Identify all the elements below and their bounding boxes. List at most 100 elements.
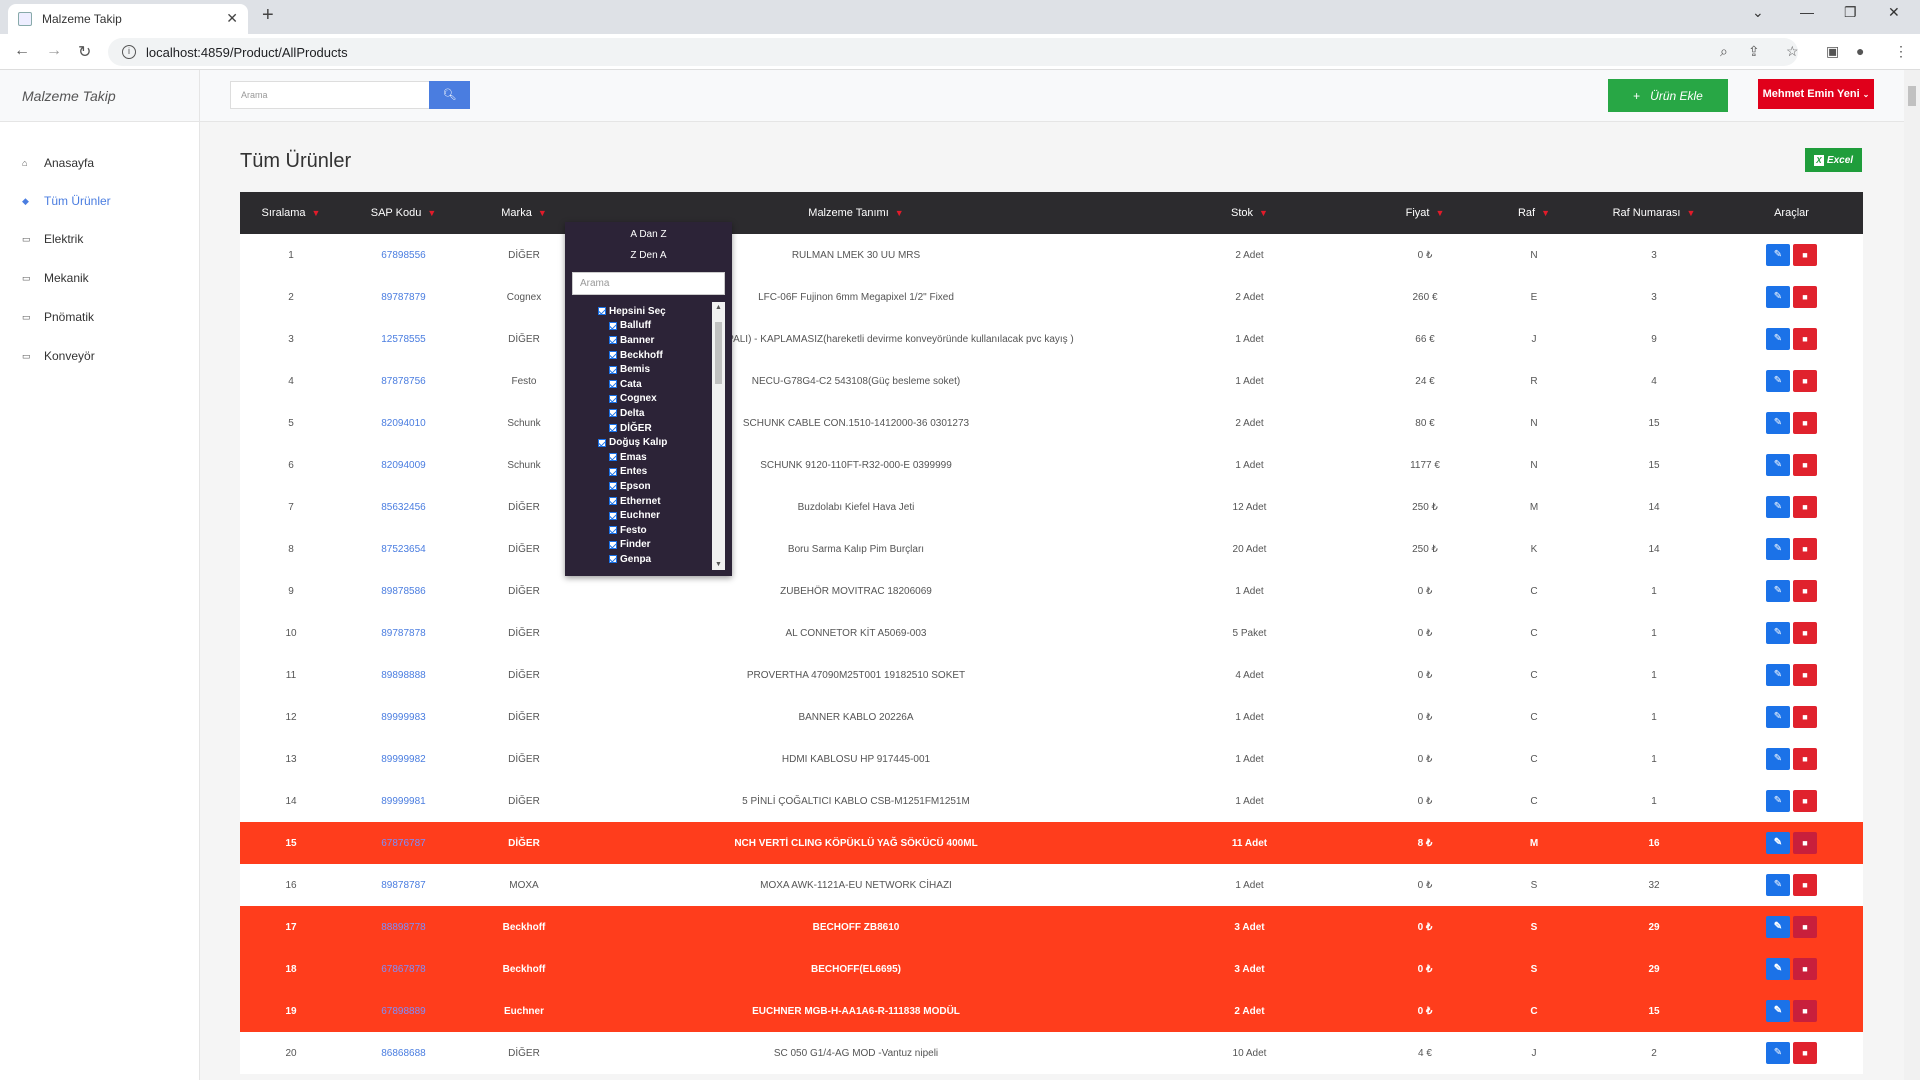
delete-button[interactable]: ■	[1793, 916, 1817, 938]
edit-button[interactable]: ✎	[1766, 496, 1790, 518]
edit-button[interactable]: ✎	[1766, 664, 1790, 686]
checkbox-checked-icon[interactable]	[609, 511, 617, 520]
sidebar-item-pnomatik[interactable]: ▭ Pnömatik	[22, 310, 94, 324]
checkbox-checked-icon[interactable]	[609, 540, 617, 549]
cell-sap[interactable]: 89878586	[342, 570, 465, 612]
excel-export-button[interactable]: X Excel	[1805, 148, 1862, 172]
browser-tab[interactable]: Malzeme Takip ✕	[8, 4, 248, 34]
column-header[interactable]: Raf Numarası ▼	[1588, 192, 1720, 234]
edit-button[interactable]: ✎	[1766, 286, 1790, 308]
sort-caret-icon[interactable]: ▼	[1686, 208, 1695, 218]
sort-caret-icon[interactable]: ▼	[312, 208, 321, 218]
column-header[interactable]: Raf ▼	[1480, 192, 1588, 234]
delete-button[interactable]: ■	[1793, 370, 1817, 392]
delete-button[interactable]: ■	[1793, 244, 1817, 266]
profile-icon[interactable]: ●	[1856, 43, 1864, 59]
share-icon[interactable]: ⇪	[1748, 43, 1760, 60]
edit-button[interactable]: ✎	[1766, 958, 1790, 980]
sort-z-a-option[interactable]: Z Den A	[565, 245, 732, 266]
filter-option[interactable]: Beckhoff	[572, 348, 712, 363]
checkbox-checked-icon[interactable]	[609, 351, 617, 360]
edit-button[interactable]: ✎	[1766, 244, 1790, 266]
delete-button[interactable]: ■	[1793, 874, 1817, 896]
checkbox-checked-icon[interactable]	[609, 555, 617, 564]
delete-button[interactable]: ■	[1793, 664, 1817, 686]
restore-icon[interactable]: ❐	[1844, 4, 1857, 21]
new-tab-icon[interactable]: +	[262, 4, 274, 27]
bookmark-star-icon[interactable]: ☆	[1786, 43, 1799, 60]
cell-sap[interactable]: 89787878	[342, 612, 465, 654]
checkbox-checked-icon[interactable]	[609, 336, 617, 345]
filter-option[interactable]: Genpa	[572, 552, 712, 567]
filter-option[interactable]: Hepsini Seç	[572, 304, 712, 319]
cell-sap[interactable]: 82094010	[342, 402, 465, 444]
edit-button[interactable]: ✎	[1766, 412, 1790, 434]
side-panel-icon[interactable]: ▣	[1826, 43, 1839, 60]
close-tab-icon[interactable]: ✕	[226, 10, 238, 27]
delete-button[interactable]: ■	[1793, 958, 1817, 980]
sort-caret-icon[interactable]: ▼	[1259, 208, 1268, 218]
checkbox-checked-icon[interactable]	[609, 424, 617, 433]
edit-button[interactable]: ✎	[1766, 832, 1790, 854]
cell-sap[interactable]: 89999983	[342, 696, 465, 738]
browser-menu-icon[interactable]: ⋮	[1894, 43, 1908, 60]
delete-button[interactable]: ■	[1793, 538, 1817, 560]
edit-button[interactable]: ✎	[1766, 748, 1790, 770]
delete-button[interactable]: ■	[1793, 496, 1817, 518]
filter-option[interactable]: Balluff	[572, 319, 712, 334]
filter-option[interactable]: Cata	[572, 377, 712, 392]
close-window-icon[interactable]: ✕	[1888, 4, 1900, 21]
delete-button[interactable]: ■	[1793, 832, 1817, 854]
reload-icon[interactable]: ↻	[78, 42, 91, 62]
checkbox-checked-icon[interactable]	[598, 438, 606, 447]
filter-option[interactable]: Emas	[572, 450, 712, 465]
sort-caret-icon[interactable]: ▼	[1541, 208, 1550, 218]
cell-sap[interactable]: 89999982	[342, 738, 465, 780]
filter-options-list[interactable]: Hepsini Seç Balluff Banner Beckhoff Bemis Cat…	[572, 302, 725, 570]
sidebar-item-mekanik[interactable]: ▭ Mekanik	[22, 271, 89, 285]
cell-sap[interactable]: 67867878	[342, 948, 465, 990]
filter-option[interactable]: Delta	[572, 406, 712, 421]
cell-sap[interactable]: 12578555	[342, 318, 465, 360]
delete-button[interactable]: ■	[1793, 580, 1817, 602]
checkbox-checked-icon[interactable]	[609, 453, 617, 462]
filter-option[interactable]: Euchner	[572, 508, 712, 523]
filter-option[interactable]: Cognex	[572, 392, 712, 407]
checkbox-checked-icon[interactable]	[609, 467, 617, 476]
delete-button[interactable]: ■	[1793, 286, 1817, 308]
cell-sap[interactable]: 89999981	[342, 780, 465, 822]
sort-a-z-option[interactable]: A Dan Z	[565, 224, 732, 245]
scroll-down-icon[interactable]: ▼	[715, 561, 722, 568]
back-icon[interactable]: ←	[14, 42, 30, 60]
delete-button[interactable]: ■	[1793, 706, 1817, 728]
zoom-icon[interactable]: ⌕	[1720, 43, 1728, 60]
filter-option[interactable]: Ethernet	[572, 494, 712, 509]
sort-caret-icon[interactable]: ▼	[538, 208, 547, 218]
delete-button[interactable]: ■	[1793, 454, 1817, 476]
minimize-icon[interactable]: —	[1800, 4, 1814, 20]
column-header[interactable]: Fiyat ▼	[1370, 192, 1480, 234]
delete-button[interactable]: ■	[1793, 412, 1817, 434]
filter-option[interactable]: Banner	[572, 333, 712, 348]
search-button[interactable]: 🔍︎	[429, 81, 470, 109]
user-menu-button[interactable]: Mehmet Emin Yeni ⌄	[1758, 79, 1874, 109]
cell-sap[interactable]: 67898556	[342, 234, 465, 276]
checkbox-checked-icon[interactable]	[609, 321, 617, 330]
column-header[interactable]: Sıralama ▼	[240, 192, 342, 234]
add-product-button[interactable]: + Ürün Ekle	[1608, 79, 1728, 112]
checkbox-checked-icon[interactable]	[609, 497, 617, 506]
checkbox-checked-icon[interactable]	[609, 482, 617, 491]
cell-sap[interactable]: 67876787	[342, 822, 465, 864]
column-header[interactable]: SAP Kodu ▼	[342, 192, 465, 234]
filter-scrollbar[interactable]: ▲ ▼	[712, 302, 725, 570]
brand-logo[interactable]: Malzeme Takip	[0, 70, 200, 122]
sidebar-item-tum-urunler[interactable]: ◆ Tüm Ürünler	[22, 194, 111, 208]
edit-button[interactable]: ✎	[1766, 538, 1790, 560]
cell-sap[interactable]: 67898889	[342, 990, 465, 1032]
page-scroll-thumb[interactable]	[1908, 86, 1916, 106]
edit-button[interactable]: ✎	[1766, 580, 1790, 602]
checkbox-checked-icon[interactable]	[609, 526, 617, 535]
checkbox-checked-icon[interactable]	[609, 380, 617, 389]
edit-button[interactable]: ✎	[1766, 1042, 1790, 1064]
filter-option[interactable]: Entes	[572, 465, 712, 480]
